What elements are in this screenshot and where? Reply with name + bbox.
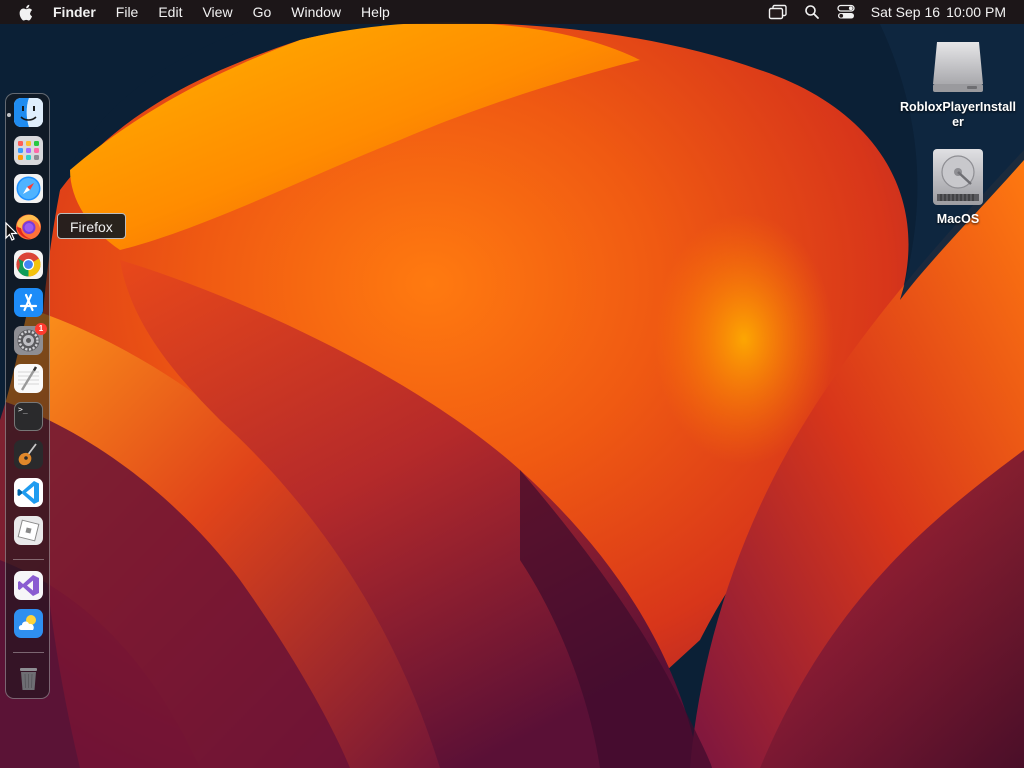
- terminal-prompt-glyph: >_: [18, 405, 28, 414]
- chrome-icon[interactable]: [14, 250, 43, 279]
- apple-logo-icon[interactable]: [9, 0, 43, 24]
- menu-view[interactable]: View: [192, 0, 242, 24]
- dock-tooltip: Firefox: [57, 213, 126, 239]
- app-store-icon[interactable]: [14, 288, 43, 317]
- control-center-icon[interactable]: [829, 0, 863, 24]
- notification-badge: 1: [35, 323, 47, 335]
- clock-date: Sat Sep 16: [870, 4, 941, 20]
- menu-bar: Finder File Edit View Go Window Help Sat…: [0, 0, 1024, 24]
- desktop-item-roblox-installer[interactable]: RobloxPlayerInstaller: [898, 34, 1018, 130]
- desktop: Finder File Edit View Go Window Help Sat…: [0, 0, 1024, 768]
- weather-icon[interactable]: [14, 609, 43, 638]
- menu-go[interactable]: Go: [243, 0, 282, 24]
- menu-file[interactable]: File: [106, 0, 149, 24]
- dock-separator: [13, 652, 44, 653]
- clock-time: 10:00 PM: [946, 4, 1006, 20]
- roblox-icon[interactable]: [14, 516, 43, 545]
- terminal-icon[interactable]: >_: [14, 402, 43, 431]
- wallpaper: [0, 0, 1024, 768]
- desktop-item-label: MacOS: [936, 212, 980, 226]
- dock-separator: [13, 559, 44, 560]
- finder-icon[interactable]: [14, 98, 43, 127]
- trash-icon[interactable]: [14, 664, 43, 693]
- running-indicator: [7, 113, 11, 117]
- menu-bar-clock[interactable]: Sat Sep 16 10:00 PM: [863, 4, 1006, 20]
- screen-mirroring-icon[interactable]: [761, 0, 795, 24]
- disk-image-icon: [927, 34, 989, 96]
- spotlight-search-icon[interactable]: [795, 0, 829, 24]
- visual-studio-icon[interactable]: [14, 571, 43, 600]
- safari-icon[interactable]: [14, 174, 43, 203]
- garageband-icon[interactable]: [14, 440, 43, 469]
- menu-window[interactable]: Window: [281, 0, 351, 24]
- launchpad-icon[interactable]: [14, 136, 43, 165]
- menu-help[interactable]: Help: [351, 0, 400, 24]
- dock: 1 >_: [5, 93, 50, 699]
- desktop-item-macos-drive[interactable]: MacOS: [898, 146, 1018, 227]
- menu-app-finder[interactable]: Finder: [43, 0, 106, 24]
- desktop-item-label: RobloxPlayerInstaller: [899, 100, 1016, 129]
- menu-edit[interactable]: Edit: [148, 0, 192, 24]
- mouse-cursor-icon: [5, 222, 18, 241]
- hard-drive-icon: [927, 146, 989, 208]
- vscode-icon[interactable]: [14, 478, 43, 507]
- textedit-icon[interactable]: [14, 364, 43, 393]
